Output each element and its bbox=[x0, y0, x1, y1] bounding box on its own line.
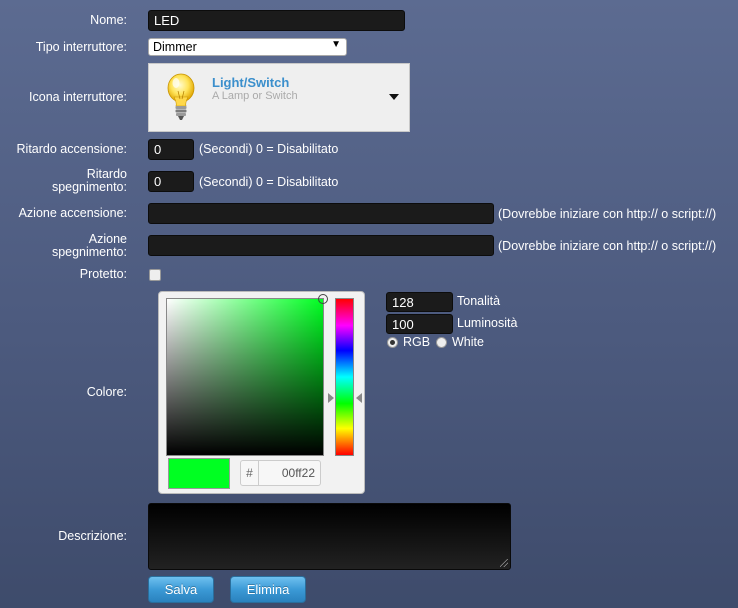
on-action-label: Azione accensione: bbox=[18, 206, 127, 220]
hue-input[interactable] bbox=[386, 292, 453, 312]
on-delay-input[interactable] bbox=[148, 139, 194, 160]
resize-grip-icon[interactable] bbox=[500, 559, 508, 567]
switch-icon-title: Light/Switch bbox=[212, 75, 290, 90]
caret-down-icon bbox=[389, 94, 399, 100]
off-action-input[interactable] bbox=[148, 235, 494, 256]
color-picker: # 00ff22 bbox=[158, 291, 365, 494]
mode-white-radio[interactable] bbox=[436, 337, 447, 348]
saturation-brightness-area[interactable] bbox=[166, 294, 328, 456]
switch-icon-select[interactable]: Light/Switch A Lamp or Switch bbox=[148, 63, 410, 132]
description-label: Descrizione: bbox=[58, 529, 127, 543]
save-button[interactable]: Salva bbox=[148, 576, 214, 603]
chevron-down-icon: ▼ bbox=[331, 39, 341, 50]
on-action-note: (Dovrebbe iniziare con http:// o script:… bbox=[498, 207, 717, 221]
on-delay-label: Ritardo accensione: bbox=[16, 142, 127, 156]
hue-slider[interactable] bbox=[335, 298, 354, 456]
switch-type-label: Tipo interruttore: bbox=[35, 40, 127, 54]
mode-rgb-label: RGB bbox=[403, 335, 431, 349]
off-action-label: Azione spegnimento: bbox=[52, 233, 127, 259]
name-label: Nome: bbox=[90, 13, 127, 27]
off-action-label-line2: spegnimento: bbox=[51, 245, 127, 259]
mode-white-label: White bbox=[452, 335, 484, 349]
light-bulb-icon bbox=[167, 73, 195, 120]
color-swatch bbox=[168, 458, 230, 489]
off-action-note: (Dovrebbe iniziare con http:// o script:… bbox=[498, 239, 717, 253]
hex-input[interactable]: # 00ff22 bbox=[240, 460, 321, 486]
on-action-input[interactable] bbox=[148, 203, 494, 224]
switch-icon-label: Icona interruttore: bbox=[29, 90, 127, 104]
mode-rgb-radio[interactable] bbox=[387, 337, 398, 348]
off-delay-note: (Secondi) 0 = Disabilitato bbox=[199, 175, 339, 189]
hue-label: Tonalità bbox=[457, 294, 501, 308]
hex-prefix: # bbox=[241, 461, 259, 485]
off-delay-input[interactable] bbox=[148, 171, 194, 192]
switch-type-value: Dimmer bbox=[153, 40, 197, 54]
off-action-label-line1: Azione bbox=[88, 232, 127, 246]
hue-pointer-left-icon bbox=[328, 393, 334, 403]
color-label: Colore: bbox=[86, 385, 127, 399]
off-delay-label-line2: spegnimento: bbox=[51, 180, 127, 194]
protected-checkbox[interactable] bbox=[149, 269, 161, 281]
on-delay-note: (Secondi) 0 = Disabilitato bbox=[199, 142, 339, 156]
delete-button[interactable]: Elimina bbox=[230, 576, 306, 603]
switch-icon-subtitle: A Lamp or Switch bbox=[212, 90, 298, 102]
brightness-input[interactable] bbox=[386, 314, 453, 334]
brightness-label: Luminosità bbox=[457, 316, 518, 330]
off-delay-label: Ritardo spegnimento: bbox=[52, 168, 127, 194]
hex-value: 00ff22 bbox=[281, 466, 315, 480]
hue-pointer-right-icon bbox=[356, 393, 362, 403]
description-textarea[interactable] bbox=[148, 503, 511, 570]
sv-cursor[interactable] bbox=[318, 294, 328, 304]
off-delay-label-line1: Ritardo bbox=[86, 167, 127, 181]
name-input[interactable] bbox=[148, 10, 405, 31]
protected-label: Protetto: bbox=[79, 267, 127, 281]
switch-type-select[interactable]: Dimmer ▼ bbox=[148, 38, 347, 56]
